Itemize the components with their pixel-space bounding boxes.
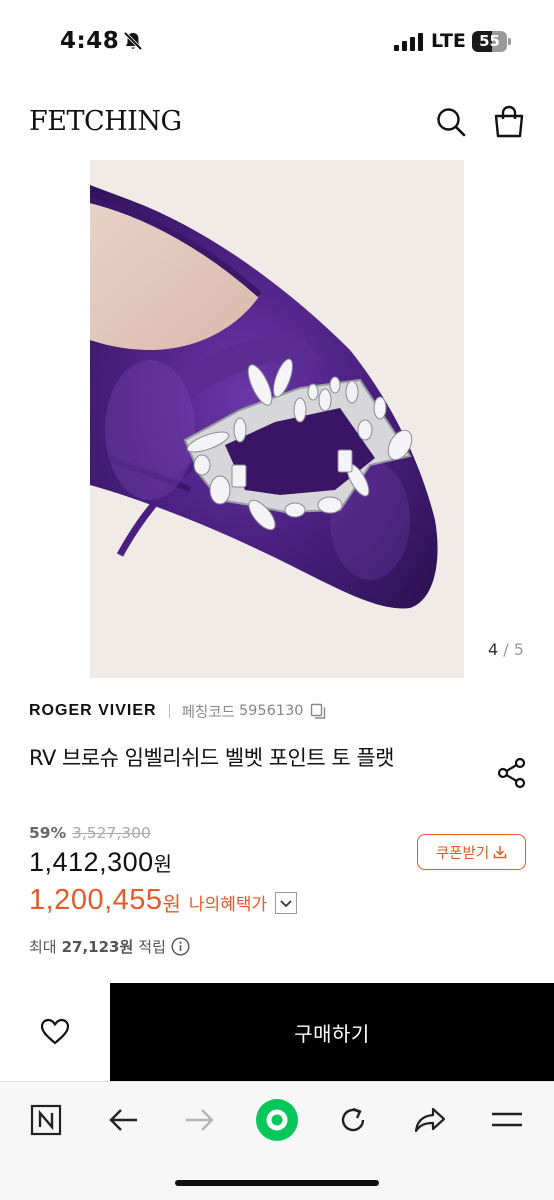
brand-line: ROGER VIVIER 페칭코드 5956130	[29, 700, 326, 722]
back-button[interactable]	[101, 1098, 145, 1142]
search-button[interactable]	[435, 106, 467, 138]
benefit-price: 1,200,455 원 나의혜택가	[29, 884, 298, 917]
battery-level: 55	[479, 32, 500, 50]
sale-price-value: 1,412,300	[29, 847, 154, 877]
green-home-icon	[256, 1099, 298, 1141]
naver-n-icon	[30, 1104, 62, 1136]
product-photo-illustration	[90, 160, 464, 678]
naver-home-button[interactable]	[24, 1098, 68, 1142]
heart-icon	[40, 1018, 70, 1045]
benefit-label: 나의혜택가	[188, 895, 268, 915]
fetching-logo[interactable]: FETCHING	[29, 106, 182, 137]
divider	[168, 704, 170, 718]
product-image[interactable]	[90, 160, 464, 678]
forward-arrow-icon	[186, 1109, 214, 1131]
share-button[interactable]	[497, 757, 527, 789]
wishlist-button[interactable]	[0, 983, 110, 1081]
shopping-bag-button[interactable]	[493, 105, 525, 139]
copy-icon[interactable]	[310, 703, 326, 719]
share-arrow-icon	[414, 1107, 446, 1133]
image-counter-current: 4	[488, 640, 499, 659]
info-icon[interactable]	[171, 937, 190, 956]
coupon-download-button[interactable]: 쿠폰받기	[417, 834, 526, 870]
back-arrow-icon	[109, 1109, 137, 1131]
share-page-button[interactable]	[408, 1098, 452, 1142]
benefit-price-currency: 원	[162, 892, 181, 916]
original-price: 3,527,300	[72, 824, 151, 842]
network-label: LTE	[431, 30, 466, 52]
green-dot-button[interactable]	[255, 1098, 299, 1142]
battery-icon: 55	[472, 31, 512, 52]
sale-price-currency: 원	[153, 852, 173, 876]
points-suffix: 적립	[138, 938, 166, 956]
menu-button[interactable]	[485, 1098, 529, 1142]
product-title: RV 브로슈 임벨리쉬드 벨벳 포인트 토 플랫	[29, 746, 394, 770]
benefit-toggle-button[interactable]	[275, 891, 298, 914]
fetching-code-value: 5956130	[238, 703, 304, 719]
share-icon	[497, 757, 526, 789]
refresh-icon	[341, 1107, 365, 1132]
bell-muted-icon	[123, 31, 143, 51]
coupon-label: 쿠폰받기	[435, 845, 490, 862]
refresh-button[interactable]	[331, 1098, 375, 1142]
download-icon	[493, 846, 507, 859]
sale-price: 1,412,300원	[29, 847, 172, 878]
home-indicator	[175, 1180, 379, 1186]
signal-icon	[394, 33, 423, 51]
status-bar: 4:48 LTE 55	[0, 0, 554, 84]
discount-rate: 59%	[29, 824, 67, 842]
menu-icon	[492, 1112, 522, 1127]
image-counter: 4 / 5	[488, 640, 524, 659]
points-prefix: 최대	[29, 938, 57, 956]
image-counter-total: 5	[513, 640, 524, 659]
search-icon	[437, 108, 466, 137]
brand-name[interactable]: ROGER VIVIER	[29, 702, 157, 720]
status-time: 4:48	[60, 28, 120, 54]
points-line: 최대 27,123원 적립	[29, 936, 190, 957]
points-amount: 27,123원	[61, 938, 134, 956]
site-header: FETCHING	[0, 96, 554, 152]
chevron-down-icon	[280, 899, 292, 907]
shopping-bag-icon	[494, 105, 524, 138]
image-counter-separator: /	[503, 640, 509, 659]
benefit-price-value: 1,200,455	[29, 884, 163, 916]
fetching-code-label: 페칭코드	[181, 704, 235, 721]
buy-button[interactable]: 구매하기	[110, 983, 554, 1081]
forward-button[interactable]	[178, 1098, 222, 1142]
